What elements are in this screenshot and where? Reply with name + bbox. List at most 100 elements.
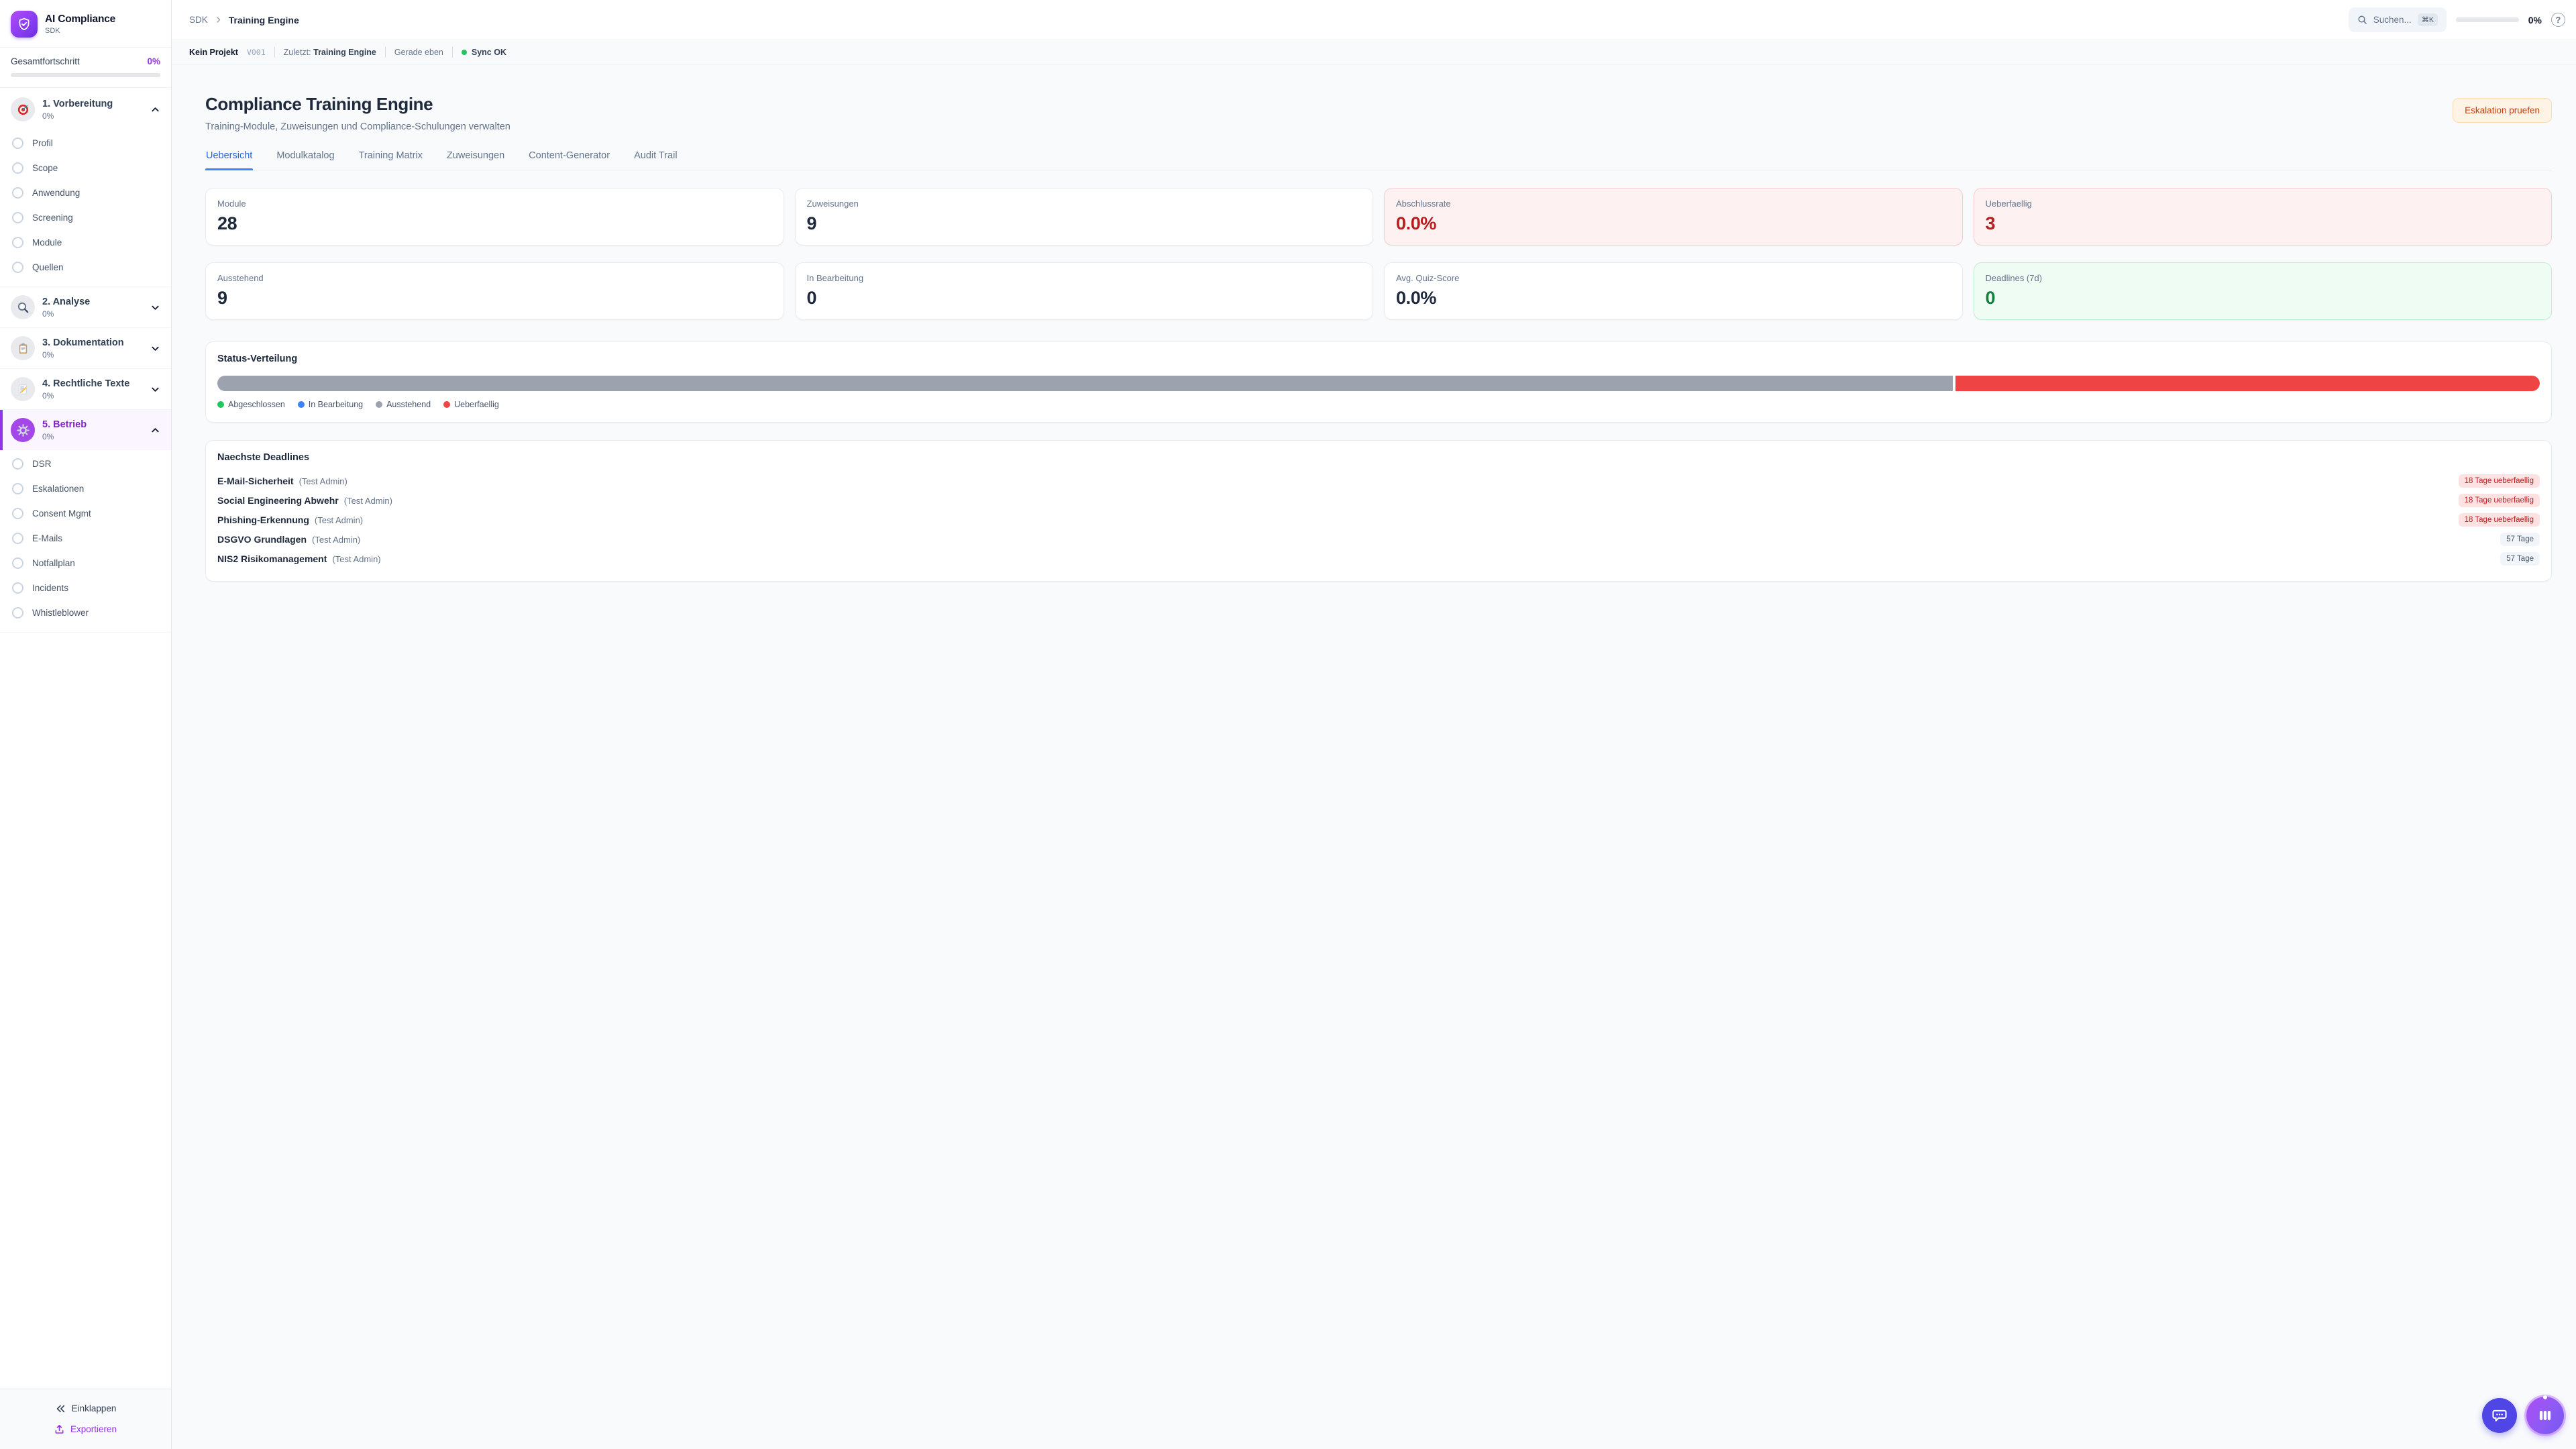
section-progress: 0% — [42, 309, 143, 319]
panels-button[interactable] — [2526, 1397, 2564, 1434]
deadline-badge: 18 Tage ueberfaellig — [2459, 494, 2540, 507]
deadline-assignee: (Test Admin) — [312, 535, 360, 545]
status-distribution-title: Status-Verteilung — [217, 354, 2540, 364]
sidebar-item-label: Quellen — [32, 262, 64, 272]
radio-circle-icon — [12, 483, 23, 494]
sidebar-item-notfallplan[interactable]: Notfallplan — [0, 551, 171, 576]
legend-label: Ueberfaellig — [454, 400, 499, 409]
legend-dot — [298, 401, 305, 408]
tab-content-generator[interactable]: Content-Generator — [528, 150, 610, 170]
chat-button[interactable] — [2482, 1398, 2517, 1433]
sidebar-section-header-2-analyse[interactable]: 2. Analyse 0% — [0, 287, 171, 327]
deadline-info: DSGVO Grundlagen (Test Admin) — [217, 534, 360, 545]
deadline-info: NIS2 Risikomanagement(Test Admin) — [217, 553, 381, 564]
legend-label: In Bearbeitung — [309, 400, 363, 409]
deadline-badge: 18 Tage ueberfaellig — [2459, 513, 2540, 527]
section-title: 1. Vorbereitung — [42, 99, 143, 109]
memo-icon — [11, 377, 35, 401]
last-module-label: Zuletzt: Training Engine — [284, 48, 376, 57]
legend-item-ausstehend: Ausstehend — [376, 400, 431, 409]
section-title: 2. Analyse — [42, 297, 143, 307]
sidebar-item-consent-mgmt[interactable]: Consent Mgmt — [0, 501, 171, 526]
main-column: SDK Training Engine Suchen... ⌘K 0% — [172, 0, 2576, 1449]
deadline-module-name: DSGVO Grundlagen — [217, 534, 307, 545]
status-distribution-card: Status-Verteilung AbgeschlossenIn Bearbe… — [205, 341, 2552, 423]
section-progress: 0% — [42, 391, 143, 400]
stat-label: Abschlussrate — [1396, 199, 1951, 209]
sidebar-item-eskalationen[interactable]: Eskalationen — [0, 476, 171, 501]
stat-value: 0 — [1986, 288, 2540, 309]
page-header-text: Compliance Training Engine Training-Modu… — [205, 94, 511, 132]
radio-circle-icon — [12, 262, 23, 273]
deadline-row-nis2-risikomanagement[interactable]: NIS2 Risikomanagement(Test Admin) 57 Tage — [217, 549, 2540, 568]
stat-label: In Bearbeitung — [807, 273, 1362, 283]
sidebar-item-profil[interactable]: Profil — [0, 131, 171, 156]
sidebar-item-module[interactable]: Module — [0, 230, 171, 255]
deadline-assignee: (Test Admin) — [315, 515, 363, 525]
stat-value: 0.0% — [1396, 213, 1951, 234]
deadline-module-name: Social Engineering Abwehr — [217, 495, 339, 506]
deadline-row-social-engineering-abwehr[interactable]: Social Engineering Abwehr(Test Admin) 18 … — [217, 490, 2540, 510]
sidebar-section-header-4-rechtliche-texte[interactable]: 4. Rechtliche Texte0% — [0, 369, 171, 409]
chevron-right-icon — [214, 15, 223, 24]
tab-zuweisungen[interactable]: Zuweisungen — [446, 150, 505, 170]
breadcrumb-current: Training Engine — [229, 15, 299, 25]
collapse-sidebar-button[interactable]: Einklappen — [0, 1398, 171, 1419]
chevron-down-icon — [150, 343, 160, 354]
tab-modulkatalog[interactable]: Modulkatalog — [276, 150, 335, 170]
check-escalation-button[interactable]: Eskalation pruefen — [2453, 98, 2552, 123]
sidebar-item-label: Eskalationen — [32, 484, 84, 494]
sidebar-item-e-mails[interactable]: E-Mails — [0, 526, 171, 551]
status-distribution-bar — [217, 376, 2540, 391]
help-icon[interactable]: ? — [2551, 13, 2565, 27]
sidebar-item-scope[interactable]: Scope — [0, 156, 171, 180]
stat-card-module: Module 28 — [205, 188, 784, 246]
header-progress-label: 0% — [2528, 15, 2542, 25]
app-identity: AI Compliance SDK — [45, 13, 115, 35]
notification-dot — [2543, 1395, 2547, 1399]
sidebar-item-whistleblower[interactable]: Whistleblower — [0, 600, 171, 625]
tab-training-matrix[interactable]: Training Matrix — [358, 150, 423, 170]
radio-circle-icon — [12, 212, 23, 223]
radio-circle-icon — [12, 187, 23, 199]
sidebar-item-anwendung[interactable]: Anwendung — [0, 180, 171, 205]
sidebar-item-screening[interactable]: Screening — [0, 205, 171, 230]
stat-value: 28 — [217, 213, 772, 234]
sidebar-item-label: E-Mails — [32, 533, 62, 543]
export-button[interactable]: Exportieren — [0, 1419, 171, 1440]
tab-bar: Uebersicht Modulkatalog Training Matrix Zuw… — [205, 150, 2552, 170]
search-input[interactable]: Suchen... ⌘K — [2349, 7, 2447, 32]
stat-value: 0.0% — [1396, 288, 1951, 309]
sidebar-item-label: DSR — [32, 459, 52, 469]
page-title: Compliance Training Engine — [205, 94, 511, 115]
section-text: 3. Dokumentation0% — [42, 337, 143, 360]
breadcrumb-root[interactable]: SDK — [189, 15, 208, 25]
stat-card-ueberfaellig: Ueberfaellig3 — [1974, 188, 2553, 246]
stat-label: Module — [217, 199, 772, 209]
sidebar-item-quellen[interactable]: Quellen — [0, 255, 171, 280]
tab-uebersicht[interactable]: Uebersicht — [205, 150, 253, 170]
deadline-info: Phishing-Erkennung(Test Admin) — [217, 515, 363, 525]
stat-card-abschlussrate: Abschlussrate 0.0% — [1384, 188, 1963, 246]
sidebar-section-header-1-vorbereitung[interactable]: 1. Vorbereitung0% — [0, 89, 171, 129]
deadline-badge: 57 Tage — [2500, 552, 2540, 566]
sync-status: Sync OK — [462, 48, 506, 57]
stat-label: Avg. Quiz-Score — [1396, 273, 1951, 283]
section-text: 5. Betrieb0% — [42, 419, 143, 441]
next-deadlines-card: Naechste Deadlines E-Mail-Sicherheit(Tes… — [205, 440, 2552, 582]
deadline-module-name: NIS2 Risikomanagement — [217, 553, 327, 564]
deadline-row-e-mail-sicherheit[interactable]: E-Mail-Sicherheit(Test Admin)18 Tage ueb… — [217, 471, 2540, 490]
sidebar-item-label: Whistleblower — [32, 608, 89, 618]
sidebar-section-header-3-dokumentation[interactable]: 3. Dokumentation0% — [0, 328, 171, 368]
tab-audit-trail[interactable]: Audit Trail — [633, 150, 678, 170]
divider — [452, 47, 453, 58]
stat-value: 3 — [1986, 213, 2540, 234]
deadline-row-dsgvo-grundlagen[interactable]: DSGVO Grundlagen(Test Admin)57 Tage — [217, 529, 2540, 549]
sidebar-item-dsr[interactable]: DSR — [0, 451, 171, 476]
sidebar-section-header-5-betrieb[interactable]: 5. Betrieb0% — [0, 410, 171, 450]
deadline-info: Social Engineering Abwehr(Test Admin) — [217, 495, 392, 506]
deadline-row-phishing-erkennung[interactable]: Phishing-Erkennung(Test Admin) 18 Tage ue… — [217, 510, 2540, 529]
columns-icon — [2536, 1407, 2554, 1424]
sidebar-item-incidents[interactable]: Incidents — [0, 576, 171, 600]
divider — [274, 47, 275, 58]
